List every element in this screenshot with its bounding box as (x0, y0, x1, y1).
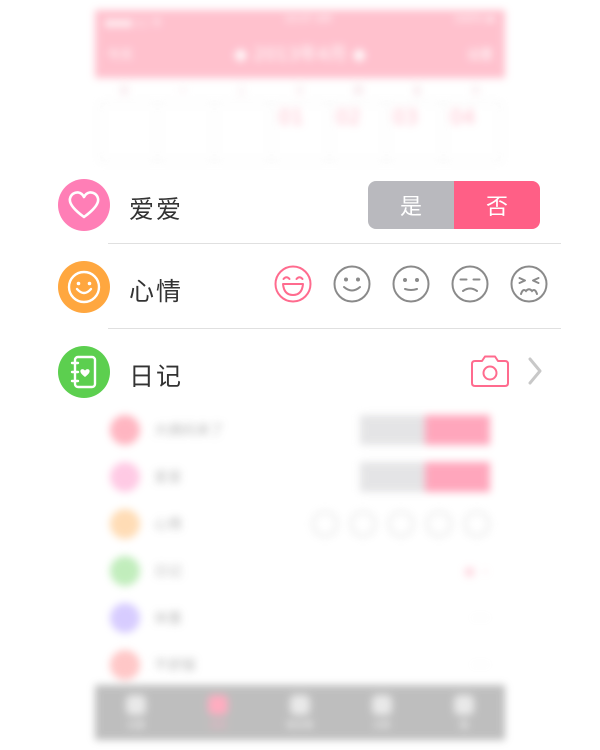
calendar-icon (208, 694, 228, 715)
neutral-face-icon[interactable] (391, 264, 431, 304)
heart-icon (110, 462, 140, 492)
tab-label: 记录 (126, 720, 145, 731)
unhappy-face-icon[interactable] (450, 264, 490, 304)
bg-row-weight[interactable]: 体重 ··· (110, 598, 490, 638)
tab-calendar[interactable]: 日历 (177, 685, 259, 740)
today-button[interactable]: 今天 (107, 44, 133, 63)
love-label: 爱爱 (129, 195, 184, 224)
tab-label: 日历 (208, 720, 227, 731)
crying-face-icon[interactable] (509, 264, 549, 304)
tab-knowledge[interactable]: 知识库 (259, 685, 341, 740)
bg-row-label: 体重 (154, 611, 182, 627)
smiley-icon (110, 509, 140, 539)
weekday-label: 五 (412, 86, 423, 97)
mood-label: 心情 (129, 277, 184, 306)
period-icon (110, 415, 140, 445)
bg-toggle[interactable] (360, 415, 490, 445)
tab-analysis[interactable]: 分析 (341, 685, 423, 740)
bg-row-mood[interactable]: 心情 (110, 504, 490, 544)
smile-face-icon[interactable] (332, 264, 372, 304)
heart-icon (58, 179, 110, 231)
chart-icon (372, 694, 392, 715)
tab-label: 分析 (372, 720, 391, 731)
calendar-day[interactable] (214, 102, 273, 162)
love-toggle[interactable]: 是 否 (368, 181, 540, 229)
calendar-day[interactable]: 04 (442, 102, 501, 162)
diary-row[interactable]: 日记 (55, 341, 565, 401)
divider (108, 243, 561, 244)
bg-row-unwell[interactable]: 不舒服 ··· (110, 645, 490, 685)
bg-row-label: 爱爱 (154, 470, 182, 486)
search-icon (290, 694, 310, 715)
more-icon[interactable]: ··· (473, 658, 490, 672)
weekday-label: 日 (119, 86, 130, 97)
status-battery: 100% ▬ (453, 14, 495, 25)
user-icon (454, 694, 474, 715)
camera-icon[interactable]: ▣ › (464, 564, 490, 578)
mood-faces (273, 264, 549, 304)
tab-me[interactable]: 我 (423, 685, 505, 740)
nav-bar: 今天 ◆ 2013年4月 ◆ 设置 (95, 40, 505, 66)
calendar-day[interactable]: 03 (385, 102, 444, 162)
settings-button[interactable]: 设置 (467, 44, 493, 63)
diary-label: 日记 (129, 362, 184, 391)
divider (108, 328, 561, 329)
status-bar: ●●●○○ 令 10:07 AM 100% ▬ (95, 14, 505, 29)
laughing-face-icon[interactable] (273, 264, 313, 304)
bg-row-diary[interactable]: 日记 ▣ › (110, 551, 490, 591)
bg-toggle[interactable] (360, 462, 490, 492)
status-time: 10:07 AM (284, 14, 332, 25)
camera-icon[interactable] (469, 353, 511, 389)
app-header: ●●●○○ 令 10:07 AM 100% ▬ 今天 ◆ 2013年4月 ◆ 设… (95, 10, 505, 78)
day-number: 01 (278, 105, 304, 129)
calendar-day[interactable]: 01 (271, 102, 330, 162)
record-icon (126, 694, 146, 715)
calendar-day[interactable] (100, 102, 159, 162)
status-signal: ●●●○○ 令 (105, 18, 162, 29)
weekday-label: 四 (353, 86, 364, 97)
bg-faces (312, 511, 490, 537)
day-number: 02 (335, 105, 362, 129)
bg-row-label: 心情 (154, 517, 182, 533)
day-number: 03 (392, 105, 419, 129)
sick-icon (110, 650, 140, 680)
calendar-day[interactable]: 02 (328, 102, 387, 162)
yes-option[interactable]: 是 (368, 181, 454, 229)
calendar-day[interactable] (157, 102, 216, 162)
bg-row-label: 大姨妈来了 (154, 423, 224, 439)
weekday-header: 日 一 二 三 四 五 六 (95, 82, 505, 97)
tab-label: 知识库 (286, 720, 314, 731)
notebook-icon (110, 556, 140, 586)
month-title[interactable]: ◆ 2013年4月 ◆ (234, 40, 366, 66)
smiley-icon (58, 261, 110, 313)
tab-record[interactable]: 记录 (95, 685, 177, 740)
scale-icon (110, 603, 140, 633)
weekday-label: 六 (470, 86, 481, 97)
tab-label: 我 (459, 720, 469, 731)
weekday-label: 一 (177, 86, 188, 97)
no-option[interactable]: 否 (454, 181, 540, 229)
chevron-right-icon[interactable] (525, 355, 545, 387)
bg-row-love[interactable]: 爱爱 (110, 457, 490, 497)
notebook-icon (58, 346, 110, 398)
bg-row-label: 不舒服 (154, 658, 196, 674)
bg-row-period[interactable]: 大姨妈来了 (110, 410, 490, 450)
mood-row: 心情 (55, 256, 565, 316)
love-row: 爱爱 是 否 (55, 174, 565, 234)
more-icon[interactable]: ··· (473, 611, 490, 625)
day-number: 04 (449, 105, 476, 129)
calendar-week: 01 02 03 04 (100, 102, 501, 162)
bg-row-label: 日记 (154, 564, 182, 580)
weekday-label: 三 (295, 86, 306, 97)
weekday-label: 二 (236, 86, 247, 97)
tab-bar: 记录 日历 知识库 分析 我 (95, 685, 505, 740)
